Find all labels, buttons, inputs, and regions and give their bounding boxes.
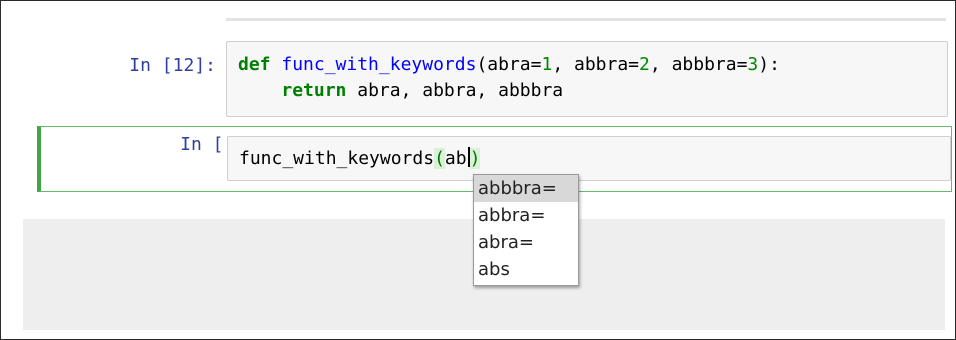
separator: ,: [552, 54, 574, 75]
autocomplete-item-abra[interactable]: abra=: [474, 229, 578, 256]
typed-text: ab: [444, 148, 467, 169]
code-line-1: func_with_keywords(ab): [239, 147, 481, 169]
input-prompt: In [12]:: [129, 55, 216, 76]
separator: ,: [649, 54, 672, 75]
code-line-2: return abra, abbra, abbbra: [238, 80, 563, 101]
code-input-area[interactable]: def func_with_keywords(abra=1, abbra=2, …: [226, 41, 948, 117]
function-call-name: func_with_keywords: [239, 148, 435, 169]
function-name: func_with_keywords: [281, 54, 477, 75]
autocomplete-item-abs[interactable]: abs: [474, 256, 578, 283]
value-1: 1: [541, 54, 553, 75]
autocomplete-item-abbbra[interactable]: abbbra=: [474, 175, 578, 202]
def-keyword: def: [238, 54, 271, 75]
return-values: abra, abbra, abbbra: [346, 80, 564, 101]
autocomplete-item-abbra[interactable]: abbra=: [474, 202, 578, 229]
close-paren: ):: [758, 54, 780, 75]
return-keyword: return: [281, 80, 347, 101]
open-paren: (: [476, 54, 488, 75]
param-abbra: abbra=: [574, 54, 640, 75]
code-line-1: def func_with_keywords(abra=1, abbra=2, …: [238, 54, 780, 75]
param-abra: abra=: [487, 54, 542, 75]
code-cell-12[interactable]: In [12]: def func_with_keywords(abra=1, …: [1, 41, 948, 117]
code-input-area[interactable]: func_with_keywords(ab): [227, 136, 951, 181]
value-3: 3: [747, 54, 759, 75]
previous-cell-output: [226, 18, 946, 21]
value-2: 2: [639, 54, 650, 75]
param-abbbra: abbbra=: [671, 54, 748, 75]
open-paren-highlight: (: [434, 148, 445, 169]
autocomplete-dropdown[interactable]: abbbra= abbra= abra= abs: [473, 174, 579, 286]
notebook-window: In [12]: def func_with_keywords(abra=1, …: [0, 0, 956, 340]
close-paren-highlight: ): [469, 148, 481, 169]
